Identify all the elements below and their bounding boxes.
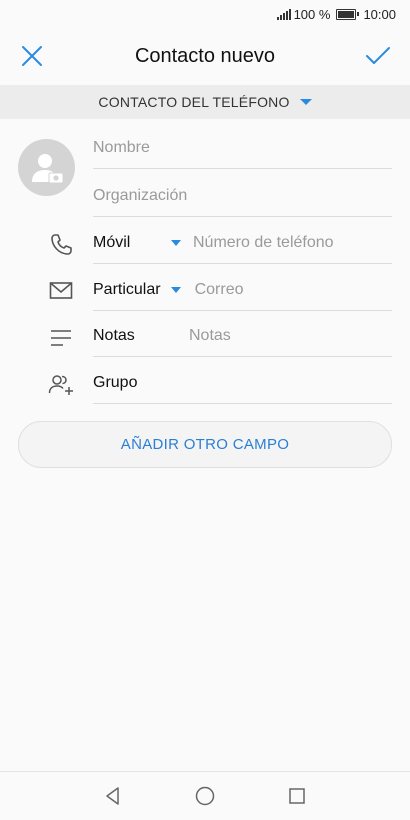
add-group-icon — [48, 372, 74, 398]
chevron-down-icon[interactable] — [171, 240, 181, 246]
app-bar: Contacto nuevo — [0, 28, 410, 84]
close-icon — [22, 46, 42, 66]
chevron-down-icon[interactable] — [170, 287, 181, 293]
status-bar: 100 % 10:00 — [0, 0, 410, 28]
mail-icon — [48, 278, 74, 304]
home-button[interactable] — [188, 779, 222, 813]
notes-icon — [48, 325, 74, 351]
email-type-label[interactable]: Particular — [93, 281, 161, 299]
clock: 10:00 — [363, 6, 396, 22]
recents-button[interactable] — [280, 779, 314, 813]
group-field[interactable]: Grupo — [93, 363, 392, 404]
email-input[interactable]: Correo — [195, 281, 244, 299]
battery-percent: 100 % — [293, 6, 331, 22]
phone-type-label[interactable]: Móvil — [93, 234, 171, 252]
save-button[interactable] — [350, 28, 406, 84]
notes-input[interactable]: Notas — [189, 327, 231, 345]
back-button[interactable] — [96, 779, 130, 813]
organization-placeholder: Organización — [93, 187, 188, 204]
home-icon — [195, 786, 215, 806]
account-selector[interactable]: CONTACTO DEL TELÉFONO — [0, 85, 410, 119]
navigation-bar — [0, 771, 410, 820]
group-label: Grupo — [93, 374, 138, 391]
contact-photo-button[interactable] — [18, 139, 75, 196]
back-icon — [106, 787, 119, 805]
notes-row: Notas Notas — [93, 316, 392, 357]
battery-icon — [336, 8, 360, 20]
recents-icon — [289, 788, 305, 804]
name-field[interactable]: Nombre — [93, 128, 392, 169]
email-row: Particular Correo — [93, 270, 392, 311]
name-placeholder: Nombre — [93, 139, 150, 156]
phone-number-input[interactable]: Número de teléfono — [193, 234, 334, 252]
phone-icon — [48, 231, 74, 257]
chevron-down-icon — [299, 99, 312, 105]
add-photo-icon — [31, 153, 63, 183]
page-title: Contacto nuevo — [134, 44, 276, 67]
signal-icon — [276, 8, 291, 20]
notes-label: Notas — [93, 327, 135, 344]
cancel-button[interactable] — [4, 28, 60, 84]
account-label: CONTACTO DEL TELÉFONO — [98, 94, 290, 110]
organization-field[interactable]: Organización — [93, 176, 392, 217]
phone-row: Móvil Número de teléfono — [93, 223, 392, 264]
check-icon — [366, 47, 390, 64]
add-field-button[interactable]: AÑADIR OTRO CAMPO — [18, 421, 392, 468]
